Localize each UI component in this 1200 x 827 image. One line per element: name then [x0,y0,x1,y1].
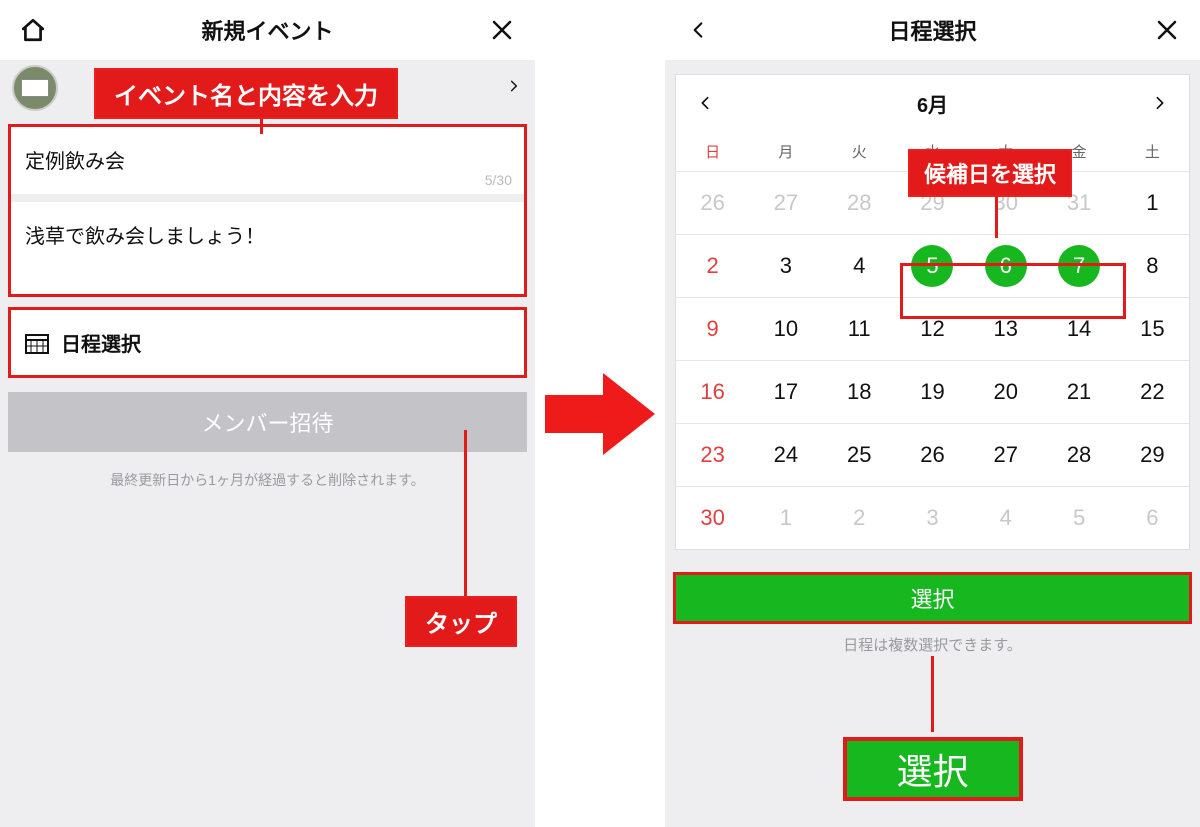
event-form: 定例飲み会 5/30 浅草で飲み会しましょう！ [8,124,527,297]
day-cell[interactable]: 5 [1042,487,1115,549]
calendar-grid: 2627282930311234567891011121314151617181… [676,171,1189,549]
close-icon[interactable] [487,15,517,45]
day-cell[interactable]: 5 [896,235,969,297]
schedule-select-row[interactable]: 日程選択 [8,307,527,378]
select-button-label: 選択 [910,582,954,614]
callout-line [931,656,934,732]
week-3: 16171819202122 [676,360,1189,423]
char-counter: 5/30 [485,172,512,188]
day-cell[interactable]: 4 [969,487,1042,549]
day-cell[interactable]: 13 [969,298,1042,360]
day-cell[interactable]: 2 [823,487,896,549]
day-cell[interactable]: 28 [823,172,896,234]
day-cell[interactable]: 3 [749,235,822,297]
day-cell[interactable]: 2 [676,235,749,297]
page-title: 新規イベント [48,14,487,46]
home-icon[interactable] [18,15,48,45]
day-cell[interactable]: 3 [896,487,969,549]
day-cell[interactable]: 27 [749,172,822,234]
select-big-callout: 選択 [843,737,1023,801]
callout-line [464,430,467,600]
event-name-value: 定例飲み会 [25,151,125,173]
next-month-icon[interactable] [1145,88,1175,118]
schedule-label: 日程選択 [61,328,141,357]
avatar [12,65,58,111]
day-cell[interactable]: 20 [969,361,1042,423]
dow-1: 月 [749,131,822,171]
day-cell[interactable]: 4 [823,235,896,297]
chevron-right-icon [507,75,521,102]
day-cell[interactable]: 17 [749,361,822,423]
dow-0: 日 [676,131,749,171]
callout-candidate: 候補日を選択 [908,149,1072,197]
day-cell[interactable]: 9 [676,298,749,360]
callout-event-name: イベント名と内容を入力 [94,68,398,119]
invite-label: メンバー招待 [201,406,333,438]
header: 日程選択 [665,0,1200,60]
left-screen: 新規イベント イベント名と内容を入力 定例飲み会 5/30 浅草で飲み会しましょ… [0,0,535,827]
prev-month-icon[interactable] [690,88,720,118]
invite-button[interactable]: メンバー招待 [8,392,527,452]
calendar-nav: 6月 [676,75,1189,131]
day-cell[interactable]: 30 [676,487,749,549]
day-cell[interactable]: 1 [1116,172,1189,234]
back-icon[interactable] [683,15,713,45]
day-cell[interactable]: 12 [896,298,969,360]
day-cell[interactable]: 6 [1116,487,1189,549]
day-cell[interactable]: 15 [1116,298,1189,360]
day-cell[interactable]: 14 [1042,298,1115,360]
day-cell[interactable]: 6 [969,235,1042,297]
day-cell[interactable]: 7 [1042,235,1115,297]
day-cell[interactable]: 22 [1116,361,1189,423]
day-cell[interactable]: 8 [1116,235,1189,297]
group-selector[interactable]: イベント名と内容を入力 [0,60,535,116]
event-desc-field[interactable]: 浅草で飲み会しましょう！ [11,202,524,294]
week-5: 30123456 [676,486,1189,549]
day-cell[interactable]: 23 [676,424,749,486]
event-desc-value: 浅草で飲み会しましょう！ [25,226,265,248]
day-cell[interactable]: 29 [1116,424,1189,486]
day-cell[interactable]: 26 [896,424,969,486]
day-cell[interactable]: 11 [823,298,896,360]
day-cell[interactable]: 19 [896,361,969,423]
day-cell[interactable]: 24 [749,424,822,486]
arrow-gap [535,0,665,827]
header: 新規イベント [0,0,535,60]
event-name-field[interactable]: 定例飲み会 5/30 [11,127,524,194]
callout-tap: タップ [405,596,517,647]
select-button[interactable]: 選択 [673,572,1192,624]
callout-line [995,192,998,238]
day-cell[interactable]: 25 [823,424,896,486]
dow-2: 火 [823,131,896,171]
day-cell[interactable]: 26 [676,172,749,234]
day-cell[interactable]: 18 [823,361,896,423]
right-screen: 日程選択 6月 日月火水木金土 262728293031123456789101… [665,0,1200,827]
divider [11,194,524,202]
week-1: 2345678 [676,234,1189,297]
day-cell[interactable]: 27 [969,424,1042,486]
day-cell[interactable]: 21 [1042,361,1115,423]
page-title: 日程選択 [713,14,1152,46]
day-cell[interactable]: 16 [676,361,749,423]
calendar-icon [25,332,49,354]
day-cell[interactable]: 28 [1042,424,1115,486]
day-cell[interactable]: 10 [749,298,822,360]
dow-6: 土 [1116,131,1189,171]
select-note: 日程は複数選択できます。 [665,634,1200,655]
calendar: 6月 日月火水木金土 26272829303112345678910111213… [675,74,1190,550]
week-2: 9101112131415 [676,297,1189,360]
footnote: 最終更新日から1ヶ月が経過すると削除されます。 [0,470,535,490]
arrow-icon [545,369,655,459]
month-label: 6月 [917,89,948,118]
day-cell[interactable]: 1 [749,487,822,549]
week-4: 23242526272829 [676,423,1189,486]
close-icon[interactable] [1152,15,1182,45]
